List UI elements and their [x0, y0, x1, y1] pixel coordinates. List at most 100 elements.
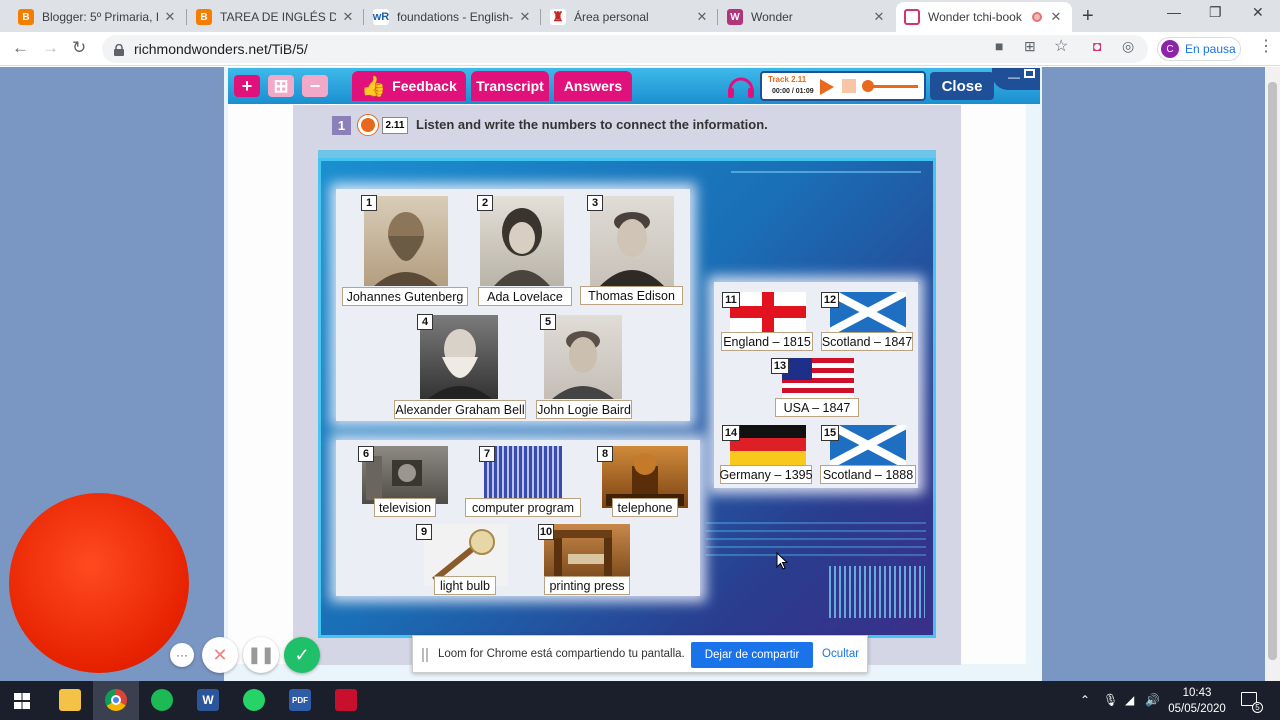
tab-tarea-ingles[interactable]: B TAREA DE INGLÉS DEL S ✕ [188, 2, 364, 32]
new-tab-icon[interactable]: + [1082, 5, 1094, 28]
url-text: richmondwonders.net/TiB/5/ [134, 41, 308, 57]
screen-band [706, 516, 926, 556]
stop-sharing-button[interactable]: Dejar de compartir [691, 642, 813, 668]
label-john-logie-baird: John Logie Baird [536, 400, 632, 419]
finish-recording-icon[interactable]: ✓ [284, 637, 320, 673]
exercise-number: 1 [332, 116, 351, 135]
reload-icon[interactable]: ↻ [72, 38, 86, 58]
camera-bubble[interactable] [9, 493, 189, 673]
microphone-icon[interactable]: 🎙 [1103, 693, 1118, 707]
track-label: Track 2.11 [768, 75, 807, 84]
translate-icon[interactable]: ⊞ [1024, 38, 1036, 55]
stop-icon[interactable] [842, 79, 856, 93]
camera-icon[interactable]: ■ [995, 38, 1003, 54]
instruction: Listen and write the numbers to connect … [416, 117, 768, 132]
notification-count: 5 [1252, 702, 1263, 713]
extension-icon[interactable]: ◘ [1093, 38, 1101, 54]
tab-blogger-5primaria[interactable]: B Blogger: 5º Primaria, In ✕ [10, 2, 186, 32]
minimize-icon[interactable]: ― [1167, 4, 1181, 20]
volume-icon[interactable]: 🔊 [1145, 693, 1160, 707]
minimize-icon[interactable]: ― [1008, 70, 1020, 84]
close-tab-icon[interactable]: ✕ [517, 9, 533, 25]
restore-icon[interactable]: ❐ [1209, 4, 1222, 21]
number-box: 3 [587, 195, 603, 211]
cancel-recording-icon[interactable]: ✕ [202, 637, 238, 673]
bookmark-star-icon[interactable]: ☆ [1054, 36, 1068, 56]
menu-icon[interactable]: ⋮ [1258, 36, 1274, 56]
extension-icon[interactable]: ◎ [1122, 38, 1134, 55]
label-alexander-graham-bell: Alexander Graham Bell [394, 400, 526, 419]
headphones-icon [726, 72, 756, 100]
profile-button[interactable]: C En pausa [1157, 37, 1241, 61]
maximize-icon[interactable] [1024, 69, 1035, 78]
file-explorer-icon[interactable] [59, 689, 81, 711]
pause-icon[interactable]: ❚❚ [243, 637, 279, 673]
more-options-icon[interactable]: ··· [170, 643, 194, 667]
drag-handle-icon[interactable] [422, 648, 428, 662]
number-box: 7 [479, 446, 495, 462]
mcafee-icon[interactable] [335, 689, 357, 711]
track-time: 00:00 / 01:09 [772, 88, 814, 95]
wonder-icon: W [727, 9, 743, 25]
number-box: 10 [538, 524, 554, 540]
photo-television [362, 446, 448, 504]
close-tab-icon[interactable]: ✕ [340, 9, 356, 25]
progress-knob[interactable] [862, 80, 874, 92]
pdf-icon[interactable]: PDF [289, 689, 311, 711]
audio-player: Track 2.11 00:00 / 01:09 [760, 71, 926, 101]
number-box: 11 [722, 292, 740, 308]
blogger-icon: B [18, 9, 34, 25]
label-telephone: telephone [612, 498, 678, 517]
spotify-icon[interactable] [151, 689, 173, 711]
hide-button[interactable]: Ocultar [822, 648, 859, 660]
photo-computer-program [484, 446, 562, 500]
label-computer-program: computer program [465, 498, 581, 517]
blogger-icon: B [196, 9, 212, 25]
label-ada-lovelace: Ada Lovelace [478, 287, 572, 306]
scrollbar-thumb[interactable] [1268, 82, 1277, 660]
zoom-in-button[interactable]: + [234, 75, 260, 97]
zoom-out-button[interactable]: − [302, 75, 328, 97]
track-number: 2.11 [382, 117, 408, 134]
audio-cd-icon[interactable] [358, 115, 378, 135]
recording-indicator-icon [1032, 12, 1042, 22]
screen-line [731, 171, 921, 173]
tab-wordreference[interactable]: wR foundations - English-S ✕ [365, 2, 541, 32]
close-tab-icon[interactable]: ✕ [871, 9, 887, 25]
transcript-button[interactable]: Transcript [471, 71, 549, 101]
close-tab-icon[interactable]: ✕ [1048, 9, 1064, 25]
label-thomas-edison: Thomas Edison [580, 286, 683, 305]
label-light-bulb: light bulb [434, 576, 496, 595]
tab-wonder-tchi-book[interactable]: Wonder tchi-book ✕ [896, 2, 1072, 32]
wonder-icon [904, 9, 920, 25]
tab-area-personal[interactable]: ♜ Área personal ✕ [542, 2, 718, 32]
number-box: 1 [361, 195, 377, 211]
mouse-cursor-icon [776, 551, 789, 575]
show-hidden-icons[interactable]: ⌃ [1080, 693, 1090, 707]
close-button[interactable]: Close [930, 72, 994, 100]
forward-icon[interactable]: → [42, 38, 59, 58]
wifi-icon[interactable]: ◢ [1125, 693, 1134, 707]
close-window-icon[interactable]: ✕ [1252, 4, 1264, 21]
number-box: 5 [540, 314, 556, 330]
taskbar-clock[interactable]: 10:43 05/05/2020 [1168, 685, 1226, 717]
word-icon[interactable]: W [197, 689, 219, 711]
fit-button[interactable]: ⊞ [268, 75, 294, 97]
label-england-1815: England – 1815 [721, 332, 813, 351]
number-box: 15 [821, 425, 839, 441]
close-tab-icon[interactable]: ✕ [162, 9, 178, 25]
tab-wonder[interactable]: W Wonder ✕ [719, 2, 895, 32]
answers-button[interactable]: Answers [554, 71, 632, 101]
number-box: 14 [722, 425, 740, 441]
address-bar[interactable]: richmondwonders.net/TiB/5/ [102, 35, 1148, 63]
usa-flag-icon [782, 358, 854, 398]
photo-printing-press [544, 524, 630, 580]
back-icon[interactable]: ← [12, 38, 29, 58]
play-icon[interactable] [820, 79, 834, 95]
whatsapp-icon[interactable] [243, 689, 265, 711]
wordreference-icon: wR [372, 9, 390, 25]
close-tab-icon[interactable]: ✕ [694, 9, 710, 25]
scotland-flag-icon [828, 421, 908, 469]
label-printing-press: printing press [544, 576, 630, 595]
feedback-button[interactable]: 👍 Feedback [352, 71, 466, 101]
